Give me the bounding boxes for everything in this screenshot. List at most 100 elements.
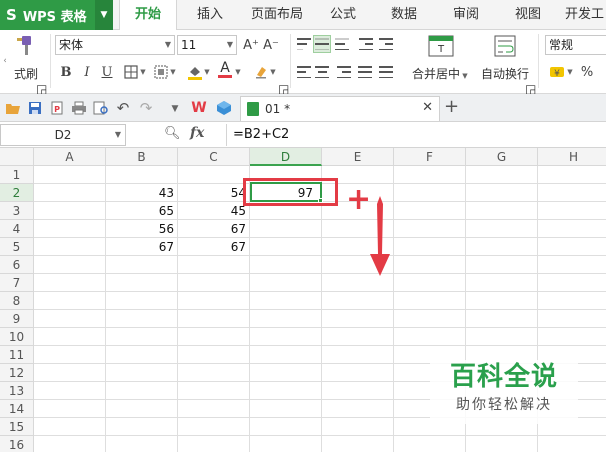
row-header-9[interactable]: 9 xyxy=(0,310,34,328)
cell-c2[interactable]: 54 xyxy=(178,184,249,202)
grow-font-button[interactable]: A⁺ xyxy=(242,36,260,54)
ribbon-separator xyxy=(538,34,539,88)
format-painter-label[interactable]: 式刷 xyxy=(14,65,38,82)
formula-input[interactable]: =B2+C2 xyxy=(226,124,606,146)
app-menu-dropdown-icon[interactable]: ▼ xyxy=(95,0,113,30)
currency-format-icon[interactable]: ¥ xyxy=(548,63,566,81)
number-format-select[interactable]: 常规 xyxy=(545,35,606,55)
new-tab-plus-icon[interactable]: + xyxy=(444,96,459,117)
column-header-e[interactable]: E xyxy=(322,148,394,166)
wrap-text-label[interactable]: 自动换行 xyxy=(481,65,529,82)
column-header-g[interactable]: G xyxy=(466,148,538,166)
row-header-8[interactable]: 8 xyxy=(0,292,34,310)
tab-page-layout[interactable]: 页面布局 xyxy=(245,0,309,30)
tab-insert[interactable]: 插入 xyxy=(187,0,233,30)
tab-review[interactable]: 审阅 xyxy=(445,0,487,30)
merge-center-button[interactable]: 合并居中 ▼ xyxy=(412,65,468,82)
chevron-down-icon[interactable]: ▼ xyxy=(168,63,178,81)
align-left-icon[interactable] xyxy=(295,63,313,81)
row-header-11[interactable]: 11 xyxy=(0,346,34,364)
document-tab[interactable]: 01 * ✕ xyxy=(240,96,440,121)
font-name-select[interactable]: 宋体 ▼ xyxy=(55,35,175,55)
row-header-5[interactable]: 5 xyxy=(0,238,34,256)
chevron-down-icon[interactable]: ▼ xyxy=(138,63,148,81)
justify-icon[interactable] xyxy=(356,63,374,81)
tab-developer[interactable]: 开发工 xyxy=(563,0,606,30)
distributed-align-icon[interactable] xyxy=(377,63,395,81)
row-header-14[interactable]: 14 xyxy=(0,400,34,418)
select-all-corner[interactable] xyxy=(0,148,34,166)
merge-center-icon[interactable]: T xyxy=(428,34,454,58)
chevron-down-icon[interactable]: ▼ xyxy=(233,63,243,81)
name-box[interactable]: D2 ▼ xyxy=(0,124,126,146)
cell-c5[interactable]: 67 xyxy=(178,238,249,256)
chevron-down-icon[interactable]: ▼ xyxy=(268,63,278,81)
cell-c4[interactable]: 67 xyxy=(178,220,249,238)
cell-b2[interactable]: 43 xyxy=(106,184,177,202)
underline-button[interactable]: U xyxy=(98,63,116,81)
row-header-12[interactable]: 12 xyxy=(0,364,34,382)
column-header-b[interactable]: B xyxy=(106,148,178,166)
grid-line xyxy=(34,327,606,328)
chevron-down-icon[interactable]: ▼ xyxy=(565,63,575,81)
column-header-a[interactable]: A xyxy=(34,148,106,166)
quick-access-toolbar: P ↶ ↷ ▼ W 01 * ✕ + xyxy=(0,94,606,122)
cube-app-icon[interactable] xyxy=(215,99,233,117)
grid-line xyxy=(34,273,606,274)
undo-icon[interactable]: ↶ xyxy=(114,99,132,117)
print-icon[interactable] xyxy=(70,99,88,117)
column-header-h[interactable]: H xyxy=(538,148,606,166)
shrink-font-button[interactable]: A⁻ xyxy=(262,36,280,54)
close-icon[interactable]: ✕ xyxy=(422,100,433,115)
format-painter-icon[interactable] xyxy=(14,34,36,58)
row-header-15[interactable]: 15 xyxy=(0,418,34,436)
wps-w-logo-icon[interactable]: W xyxy=(190,99,208,117)
font-name-value: 宋体 xyxy=(59,38,84,52)
row-header-1[interactable]: 1 xyxy=(0,166,34,184)
row-header-16[interactable]: 16 xyxy=(0,436,34,452)
align-middle-icon[interactable] xyxy=(313,35,331,53)
print-preview-icon[interactable] xyxy=(92,99,110,117)
cell-b5[interactable]: 67 xyxy=(106,238,177,256)
tab-view[interactable]: 视图 xyxy=(507,0,549,30)
bold-button[interactable]: B xyxy=(57,63,75,81)
italic-button[interactable]: I xyxy=(78,63,96,81)
column-header-f[interactable]: F xyxy=(394,148,466,166)
row-header-13[interactable]: 13 xyxy=(0,382,34,400)
percent-button[interactable]: % xyxy=(578,63,596,81)
customize-toolbar-dropdown-icon[interactable]: ▼ xyxy=(166,100,184,118)
cell-b3[interactable]: 65 xyxy=(106,202,177,220)
row-header-2[interactable]: 2 xyxy=(0,184,34,202)
chevron-down-icon[interactable]: ▼ xyxy=(202,63,212,81)
export-pdf-icon[interactable]: P xyxy=(48,99,66,117)
align-bottom-icon[interactable] xyxy=(333,35,351,53)
font-color-icon[interactable]: A xyxy=(216,61,234,79)
grid-line xyxy=(34,345,606,346)
insert-function-button[interactable]: fx xyxy=(190,125,204,141)
tab-formulas[interactable]: 公式 xyxy=(322,0,364,30)
row-header-10[interactable]: 10 xyxy=(0,328,34,346)
align-top-icon[interactable] xyxy=(295,35,313,53)
align-center-icon[interactable] xyxy=(313,63,331,81)
decrease-indent-icon[interactable] xyxy=(357,35,375,53)
row-header-3[interactable]: 3 xyxy=(0,202,34,220)
increase-indent-icon[interactable] xyxy=(377,35,395,53)
tab-home[interactable]: 开始 xyxy=(119,0,177,31)
cell-c3[interactable]: 45 xyxy=(178,202,249,220)
font-size-select[interactable]: 11 ▼ xyxy=(177,35,237,55)
wrap-text-icon[interactable] xyxy=(494,34,516,58)
column-header-c[interactable]: C xyxy=(178,148,250,166)
column-header-d[interactable]: D xyxy=(250,148,322,166)
redo-icon[interactable]: ↷ xyxy=(137,99,155,117)
align-right-icon[interactable] xyxy=(335,63,353,81)
zoom-search-icon[interactable]: 🔍︎ xyxy=(164,126,181,141)
save-icon[interactable] xyxy=(26,99,44,117)
row-header-7[interactable]: 7 xyxy=(0,274,34,292)
cell-b4[interactable]: 56 xyxy=(106,220,177,238)
app-menu-button[interactable]: S WPS 表格 xyxy=(0,0,95,30)
row-header-6[interactable]: 6 xyxy=(0,256,34,274)
ribbon-scroll-left-icon[interactable]: ‹ xyxy=(1,52,9,70)
open-folder-icon[interactable] xyxy=(4,99,22,117)
row-header-4[interactable]: 4 xyxy=(0,220,34,238)
tab-data[interactable]: 数据 xyxy=(383,0,425,30)
